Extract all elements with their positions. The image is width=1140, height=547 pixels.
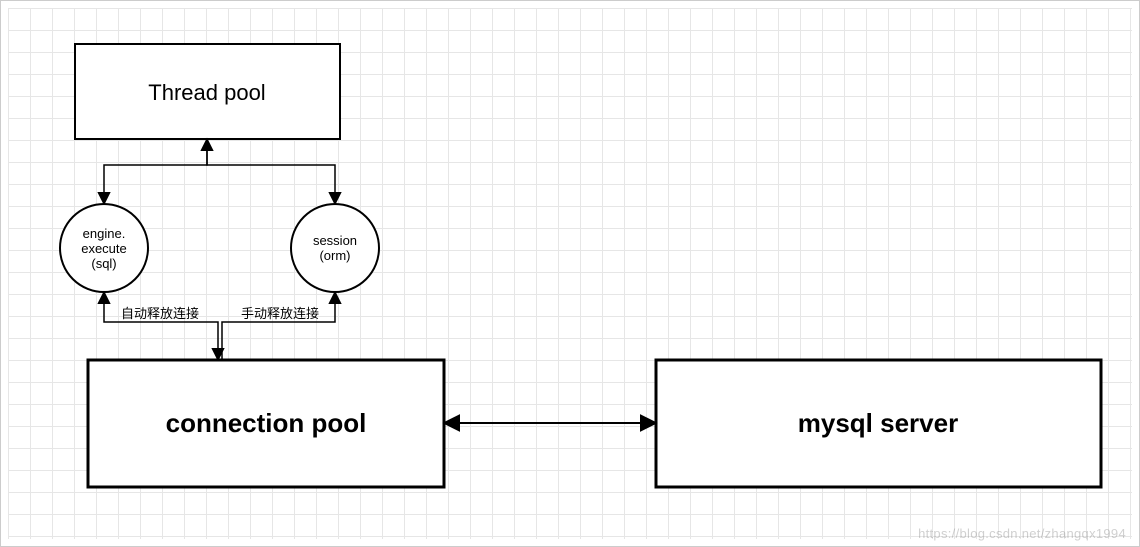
watermark-text: https://blog.csdn.net/zhangqx1994 — [918, 526, 1126, 541]
mysql-server-label: mysql server — [798, 408, 958, 438]
engine-execute-line2: execute — [81, 241, 127, 256]
diagram-svg: Thread pool engine. execute (sql) sessio… — [0, 0, 1140, 547]
edge-threadpool-session — [207, 139, 335, 204]
session-orm-line1: session — [313, 233, 357, 248]
engine-execute-line3: (sql) — [91, 256, 116, 271]
session-orm-line2: (orm) — [319, 248, 350, 263]
auto-release-label: 自动释放连接 — [121, 306, 199, 321]
node-thread-pool: Thread pool — [75, 44, 340, 139]
connection-pool-label: connection pool — [166, 408, 367, 438]
engine-execute-line1: engine. — [83, 226, 126, 241]
thread-pool-label: Thread pool — [148, 80, 265, 105]
edge-session-connpool: 手动释放连接 — [222, 292, 335, 360]
node-mysql-server: mysql server — [656, 360, 1101, 487]
node-connection-pool: connection pool — [88, 360, 444, 487]
edge-engine-connpool: 自动释放连接 — [104, 292, 218, 360]
edge-threadpool-engine — [104, 139, 207, 204]
node-session-orm: session (orm) — [291, 204, 379, 292]
manual-release-label: 手动释放连接 — [241, 306, 319, 321]
node-engine-execute: engine. execute (sql) — [60, 204, 148, 292]
